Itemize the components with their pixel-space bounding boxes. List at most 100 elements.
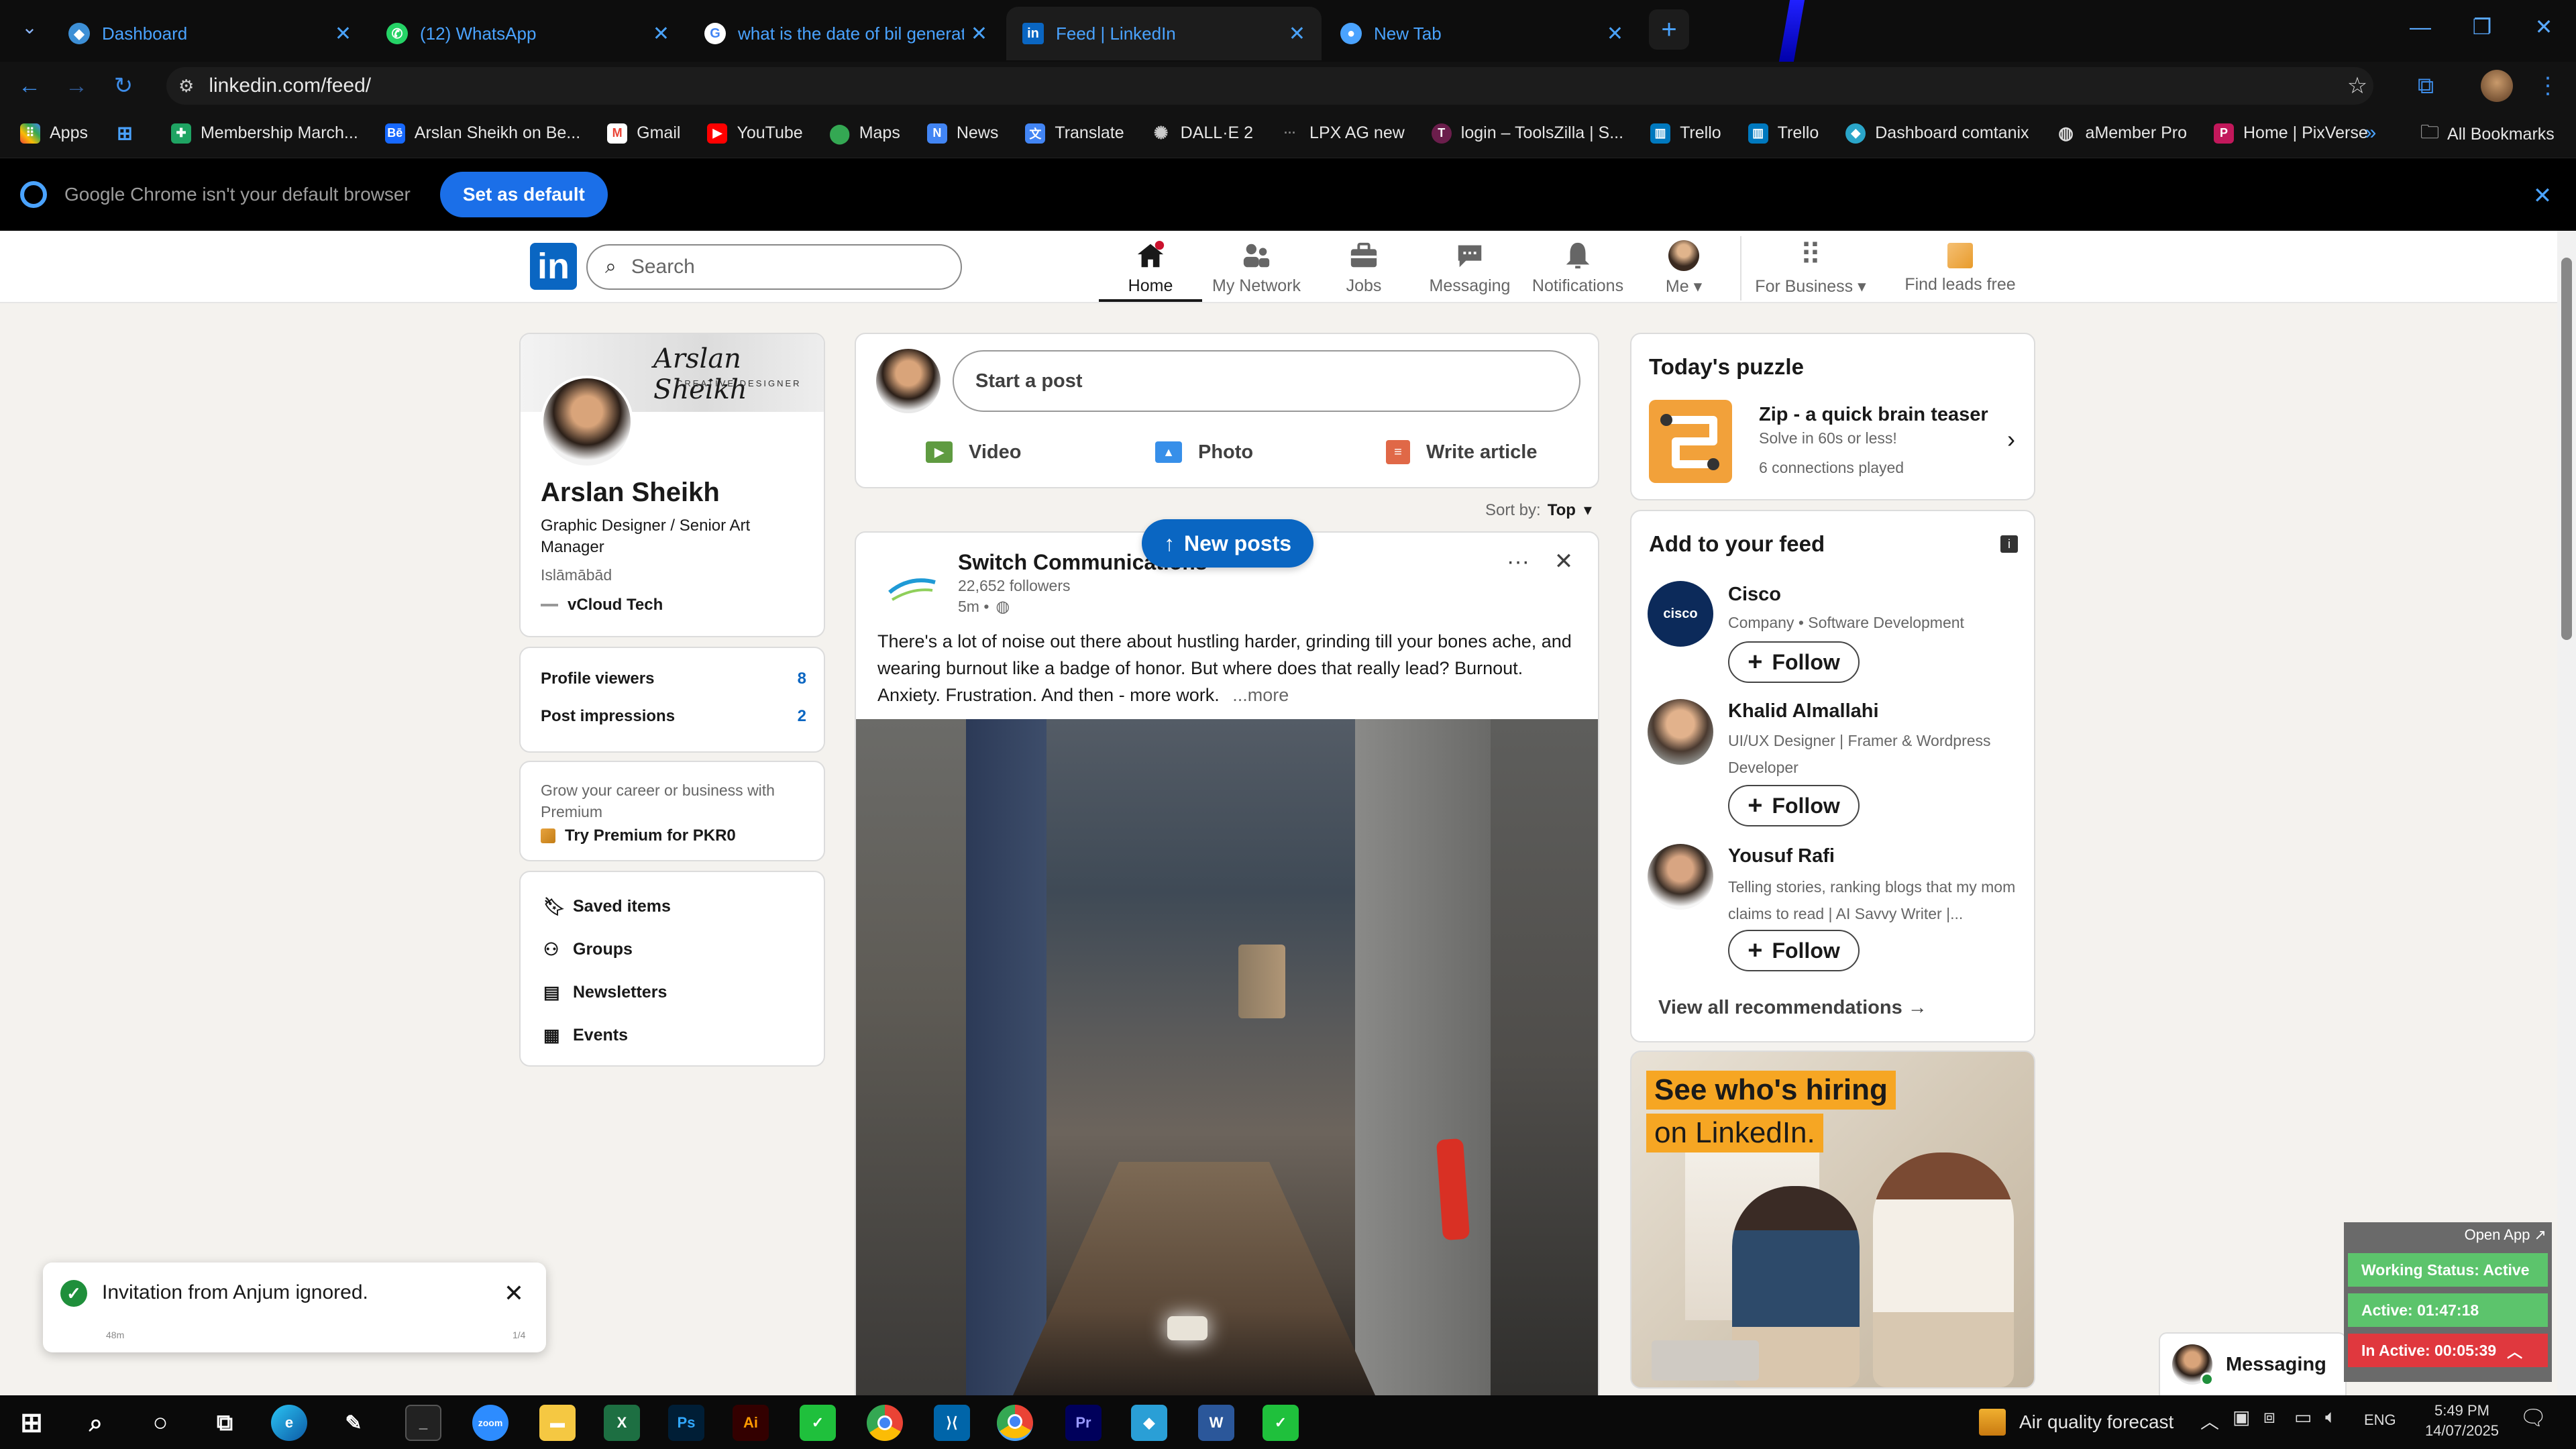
- bookmarks-overflow-icon[interactable]: »: [2356, 118, 2385, 148]
- newsletters-link[interactable]: ▤ Newsletters: [543, 982, 667, 1003]
- nav-notifications[interactable]: Notifications: [1524, 239, 1631, 302]
- close-icon[interactable]: ✕: [971, 22, 987, 46]
- view-all-recommendations-link[interactable]: View all recommendations →: [1658, 997, 1927, 1019]
- messaging-bar[interactable]: Messaging: [2159, 1332, 2347, 1395]
- weather-widget[interactable]: Air quality forecast: [1979, 1403, 2174, 1441]
- nav-messaging[interactable]: Messaging: [1419, 239, 1520, 302]
- profile-avatar[interactable]: [2481, 70, 2513, 102]
- bookmark-behance[interactable]: Bē Arslan Sheikh on Be...: [384, 123, 580, 144]
- premium-card[interactable]: Grow your career or business with Premiu…: [519, 761, 825, 861]
- photoshop-icon[interactable]: Ps: [668, 1405, 704, 1441]
- premium-cta[interactable]: Try Premium for PKR0: [541, 826, 736, 845]
- profile-viewers-row[interactable]: Profile viewers 8: [541, 669, 806, 688]
- scrollbar-thumb[interactable]: [2561, 258, 2572, 640]
- bookmark-apps[interactable]: ⠿ Apps: [20, 123, 88, 144]
- bookmark-toolszilla[interactable]: Tlogin – ToolsZilla | S...: [1431, 123, 1623, 144]
- bookmark-pixverse[interactable]: P Home | PixVerse: [2214, 123, 2368, 144]
- cisco-logo[interactable]: cisco: [1648, 581, 1713, 647]
- app-green2-icon[interactable]: ✓: [1263, 1405, 1299, 1441]
- search-input[interactable]: ⌕ Search: [586, 244, 962, 290]
- nav-for-business[interactable]: ⠿ For Business ▾: [1752, 239, 1869, 302]
- post-video[interactable]: [856, 719, 1598, 1402]
- see-more-link[interactable]: ...more: [1232, 685, 1289, 705]
- profile-company[interactable]: vCloud Tech: [541, 596, 663, 614]
- close-window-button[interactable]: ✕: [2513, 0, 2575, 54]
- nav-find-leads[interactable]: Find leads free: [1898, 239, 2022, 302]
- reload-button[interactable]: ↻: [105, 67, 142, 105]
- write-article-button[interactable]: ≡ Write article: [1386, 433, 1537, 471]
- zoom-icon[interactable]: zoom: [472, 1405, 508, 1441]
- nav-jobs[interactable]: Jobs: [1313, 239, 1414, 302]
- edge-icon[interactable]: e: [271, 1405, 307, 1441]
- notification-center-icon[interactable]: 🗨︎: [2520, 1405, 2547, 1430]
- tray-camera-icon[interactable]: ▣: [2233, 1406, 2250, 1428]
- word-icon[interactable]: W: [1198, 1405, 1234, 1441]
- tab-dashboard[interactable]: ◆ Dashboard ✕: [52, 7, 368, 60]
- photo-button[interactable]: ▲ Photo: [1155, 433, 1253, 471]
- video-button[interactable]: ▶ Video: [926, 433, 1021, 471]
- search-icon[interactable]: ⌕: [78, 1405, 114, 1441]
- close-icon[interactable]: ✕: [335, 22, 352, 46]
- chrome-taskbar-icon[interactable]: [867, 1405, 903, 1441]
- file-explorer-icon[interactable]: ▬: [539, 1405, 576, 1441]
- post-more-options-icon[interactable]: ···: [1501, 545, 1535, 578]
- bookmark-maps[interactable]: ⬤ Maps: [829, 123, 900, 144]
- new-tab-button[interactable]: +: [1649, 9, 1689, 50]
- page-scrollbar[interactable]: [2557, 231, 2576, 1395]
- excel-icon[interactable]: X: [604, 1405, 640, 1441]
- saved-items-link[interactable]: 🔖︎ Saved items: [543, 896, 671, 917]
- bookmark-translate[interactable]: 文 Translate: [1025, 123, 1124, 144]
- illustrator-icon[interactable]: Ai: [733, 1405, 769, 1441]
- nav-me[interactable]: Me ▾: [1637, 239, 1731, 302]
- khalid-avatar[interactable]: [1648, 699, 1713, 765]
- post-dismiss-icon[interactable]: ✕: [1547, 545, 1580, 578]
- suggestion-name[interactable]: Khalid Almallahi: [1728, 700, 1879, 722]
- bookmark-star-icon[interactable]: ☆: [2339, 67, 2376, 105]
- bookmark-tab-groups[interactable]: ⊞: [115, 123, 144, 144]
- pen-tool-icon[interactable]: ✎: [335, 1405, 372, 1441]
- address-bar[interactable]: ⚙ linkedin.com/feed/: [166, 67, 2373, 105]
- suggestion-name[interactable]: Cisco: [1728, 584, 1781, 606]
- bookmark-news[interactable]: N News: [926, 123, 998, 144]
- tray-overflow-icon[interactable]: ︿: [2200, 1407, 2219, 1434]
- set-default-button[interactable]: Set as default: [439, 172, 608, 217]
- bookmark-gmail[interactable]: M Gmail: [607, 123, 680, 144]
- windows-start-icon[interactable]: ⊞: [13, 1405, 50, 1441]
- tab-linkedin[interactable]: in Feed | LinkedIn ✕: [1006, 7, 1322, 60]
- extensions-icon[interactable]: ⧉: [2407, 67, 2445, 105]
- tab-search-button[interactable]: ⌄: [12, 9, 47, 44]
- close-icon[interactable]: ✕: [653, 22, 669, 46]
- hiring-ad[interactable]: See who's hiring on LinkedIn.: [1630, 1051, 2035, 1389]
- open-app-link[interactable]: Open App ↗: [2344, 1226, 2546, 1244]
- profile-name[interactable]: Arslan Sheikh: [541, 478, 720, 508]
- vscode-icon[interactable]: ⟩⟨: [934, 1405, 970, 1441]
- language-indicator[interactable]: ENG: [2364, 1411, 2396, 1429]
- chrome-active-icon[interactable]: [997, 1405, 1033, 1441]
- forward-button[interactable]: →: [58, 67, 95, 105]
- new-posts-button[interactable]: ↑ New posts: [1142, 519, 1313, 568]
- bookmark-membership[interactable]: ✚ Membership March...: [170, 123, 358, 144]
- tab-whatsapp[interactable]: ✆ (12) WhatsApp ✕: [370, 7, 686, 60]
- post-impressions-row[interactable]: Post impressions 2: [541, 707, 806, 726]
- chrome-menu-icon[interactable]: ⋮: [2529, 67, 2567, 105]
- info-icon[interactable]: i: [2000, 535, 2018, 553]
- bookmark-trello-2[interactable]: ▥ Trello: [1748, 123, 1819, 144]
- puzzle-card[interactable]: Today's puzzle Zip - a quick brain tease…: [1630, 333, 2035, 500]
- bookmark-amember[interactable]: ◍ aMember Pro: [2056, 123, 2187, 144]
- cortana-icon[interactable]: ○: [142, 1405, 178, 1441]
- close-icon[interactable]: ✕: [1607, 22, 1623, 46]
- close-icon[interactable]: ✕: [1289, 22, 1305, 46]
- terminal-icon[interactable]: _: [405, 1405, 441, 1441]
- task-view-icon[interactable]: ⧉: [207, 1405, 243, 1441]
- linkedin-logo[interactable]: in: [530, 243, 577, 290]
- site-info-icon[interactable]: ⚙: [178, 76, 194, 97]
- follow-khalid-button[interactable]: + Follow: [1728, 785, 1860, 826]
- composer-avatar[interactable]: [876, 349, 941, 413]
- all-bookmarks[interactable]: 🗀 All Bookmarks: [2420, 119, 2555, 149]
- bookmark-comtanix[interactable]: ◆ Dashboard comtanix: [1845, 123, 2029, 144]
- app-green-icon[interactable]: ✓: [800, 1405, 836, 1441]
- follow-cisco-button[interactable]: + Follow: [1728, 641, 1860, 683]
- tray-display-icon[interactable]: ⧈: [2263, 1406, 2275, 1428]
- restore-button[interactable]: ❐: [2451, 0, 2513, 54]
- nav-home[interactable]: Home: [1099, 239, 1202, 302]
